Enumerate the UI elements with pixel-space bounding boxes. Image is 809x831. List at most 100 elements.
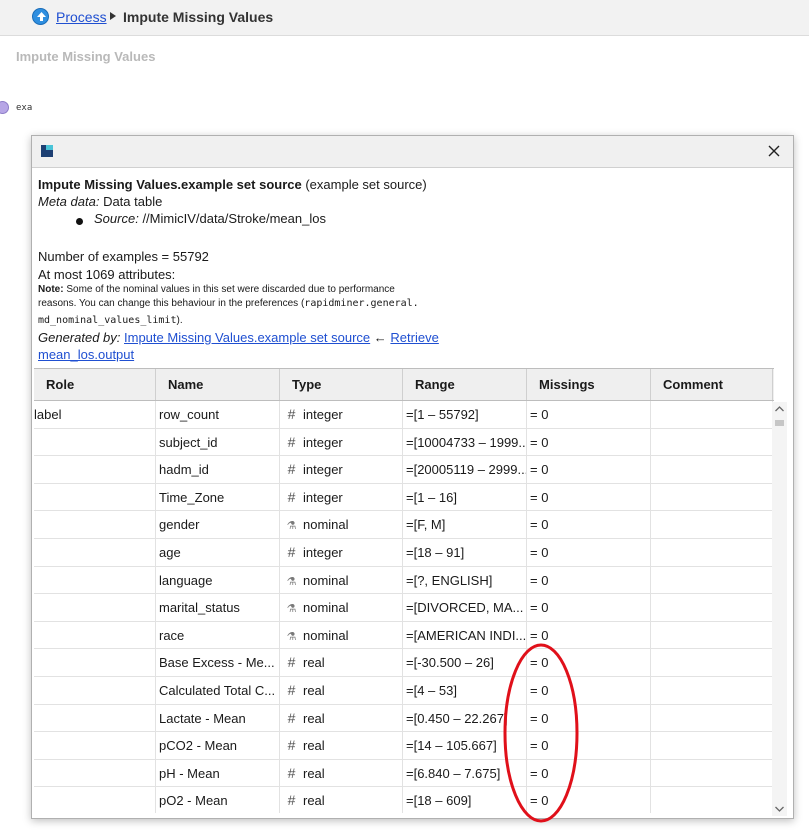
hash-icon: #	[287, 488, 296, 505]
input-port[interactable]	[0, 101, 9, 114]
hash-icon: #	[287, 433, 296, 450]
type-label: nominal	[303, 517, 349, 533]
heading-rest: (example set source)	[305, 177, 427, 192]
hash-icon: #	[287, 737, 296, 754]
table-row[interactable]: pH - Mean # real =[6.840 – 7.675] = 0	[34, 759, 774, 788]
table-scrollbar[interactable]	[772, 402, 787, 816]
metadata-popup: Impute Missing Values.example set source…	[31, 135, 794, 819]
note-end: ).	[176, 315, 183, 326]
note-code: rapidminer.general.	[304, 298, 419, 309]
table-row[interactable]: hadm_id # integer =[20005119 – 2999... = 0	[34, 456, 774, 484]
cell-range: =[F, M]	[403, 511, 527, 539]
type-label: nominal	[303, 627, 349, 643]
chevron-right-icon	[110, 12, 116, 20]
cell-missings: = 0	[527, 677, 651, 704]
cell-role	[34, 621, 156, 649]
popup-heading: Impute Missing Values.example set source…	[38, 177, 427, 192]
type-label: integer	[303, 434, 343, 450]
source-line: Source: //MimicIV/data/Stroke/mean_los	[94, 211, 326, 226]
cell-role: label	[34, 401, 156, 428]
hash-icon: #	[287, 682, 296, 698]
cell-comment	[651, 787, 773, 813]
source-value: //MimicIV/data/Stroke/mean_los	[142, 211, 326, 226]
cell-range: =[4 – 53]	[403, 677, 527, 704]
cell-range: =[14 – 105.667]	[403, 732, 527, 760]
table-row[interactable]: gender ⚗ nominal =[F, M] = 0	[34, 511, 774, 539]
breadcrumb-current: Impute Missing Values	[123, 9, 274, 25]
cell-missings: = 0	[527, 401, 651, 428]
type-label: integer	[303, 407, 343, 422]
column-header-comment[interactable]: Comment	[651, 369, 773, 400]
nominal-icon: ⚗	[286, 603, 297, 616]
generated-by-link[interactable]: Impute Missing Values.example set source	[124, 330, 370, 345]
cell-name: pCO2 - Mean	[156, 732, 280, 760]
scroll-up-icon[interactable]	[772, 402, 787, 416]
type-label: real	[303, 710, 325, 726]
table-row[interactable]: Lactate - Mean # real =[0.450 – 22.267] = 0	[34, 704, 774, 733]
cell-role	[34, 566, 156, 594]
column-header-range[interactable]: Range	[403, 369, 527, 400]
type-label: real	[303, 793, 325, 809]
cell-name: row_count	[156, 401, 280, 428]
cell-role	[34, 677, 156, 704]
cell-missings: = 0	[527, 594, 651, 622]
type-label: real	[303, 683, 325, 698]
cell-range: =[1 – 55792]	[403, 401, 527, 428]
cell-name: language	[156, 566, 280, 594]
cell-role	[34, 539, 156, 566]
table-row[interactable]: age # integer =[18 – 91] = 0	[34, 539, 774, 567]
table-row[interactable]: marital_status ⚗ nominal =[DIVORCED, MA... =…	[34, 594, 774, 622]
cell-comment	[651, 539, 773, 566]
cell-role	[34, 483, 156, 511]
cell-range: =[18 – 609]	[403, 787, 527, 813]
column-header-role[interactable]: Role	[34, 369, 156, 400]
scrollbar-thumb[interactable]	[775, 420, 784, 426]
cell-type: # real	[280, 704, 403, 732]
cell-type: # real	[280, 677, 403, 704]
arrow-up-icon[interactable]	[32, 8, 49, 25]
bullet-icon	[76, 218, 83, 225]
type-label: real	[303, 738, 325, 754]
hash-icon: #	[287, 792, 296, 809]
type-label: real	[303, 655, 325, 671]
retrieve-output-link[interactable]: mean_los.output	[38, 347, 134, 362]
table-row[interactable]: Base Excess - Me... # real =[-30.500 – 26] =…	[34, 649, 774, 677]
heading-bold: Impute Missing Values.example set source	[38, 177, 302, 192]
table-row[interactable]: Calculated Total C... # real =[4 – 53] = 0	[34, 677, 774, 705]
table-row[interactable]: subject_id # integer =[10004733 – 1999... = …	[34, 428, 774, 457]
column-header-name[interactable]: Name	[156, 369, 280, 400]
hash-icon: #	[287, 764, 296, 781]
table-row[interactable]: race ⚗ nominal =[AMERICAN INDI... = 0	[34, 621, 774, 650]
cell-name: Time_Zone	[156, 483, 280, 511]
table-row[interactable]: pCO2 - Mean # real =[14 – 105.667] = 0	[34, 732, 774, 760]
cell-name: Base Excess - Me...	[156, 649, 280, 677]
scroll-down-icon[interactable]	[772, 802, 787, 816]
table-row[interactable]: pO2 - Mean # real =[18 – 609] = 0	[34, 787, 774, 813]
cell-comment	[651, 456, 773, 484]
table-row[interactable]: Time_Zone # integer =[1 – 16] = 0	[34, 483, 774, 512]
close-button[interactable]	[765, 142, 783, 160]
cell-range: =[DIVORCED, MA...	[403, 594, 527, 622]
generated-by-line-2: mean_los.output	[38, 347, 134, 362]
cell-range: =[AMERICAN INDI...	[403, 621, 527, 649]
cell-role	[34, 759, 156, 787]
retrieve-link[interactable]: Retrieve	[390, 330, 438, 345]
popup-header	[32, 136, 793, 168]
type-label: nominal	[303, 572, 349, 588]
nominal-icon: ⚗	[286, 630, 297, 643]
cell-range: =[1 – 16]	[403, 483, 527, 511]
cell-type: # integer	[280, 456, 403, 484]
cell-missings: = 0	[527, 732, 651, 760]
cell-name: Calculated Total C...	[156, 677, 280, 704]
type-label: integer	[303, 462, 343, 478]
cell-missings: = 0	[527, 539, 651, 566]
canvas-title: Impute Missing Values	[16, 49, 156, 64]
cell-type: # real	[280, 759, 403, 787]
table-row[interactable]: label row_count # integer =[1 – 55792] = 0	[34, 401, 774, 429]
table-row[interactable]: language ⚗ nominal =[?, ENGLISH] = 0	[34, 566, 774, 595]
breadcrumb-process-link[interactable]: Process	[56, 9, 107, 25]
cell-role	[34, 594, 156, 622]
table-body: label row_count # integer =[1 – 55792] = 0 sub…	[34, 401, 774, 813]
column-header-missings[interactable]: Missings	[527, 369, 651, 400]
column-header-type[interactable]: Type	[280, 369, 403, 400]
